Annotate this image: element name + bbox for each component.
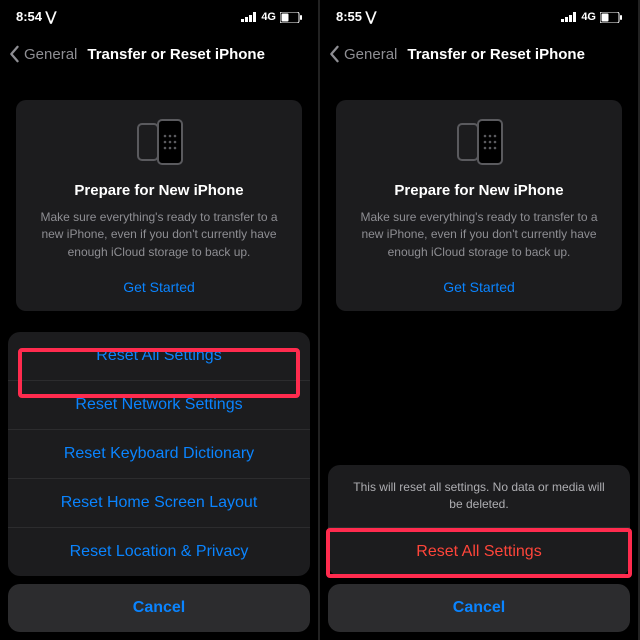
reset-keyboard-dictionary-option[interactable]: Reset Keyboard Dictionary — [8, 429, 310, 478]
reset-home-screen-layout-option[interactable]: Reset Home Screen Layout — [8, 478, 310, 527]
nav-title: Transfer or Reset iPhone — [87, 46, 265, 63]
reset-location-privacy-option[interactable]: Reset Location & Privacy — [8, 527, 310, 576]
back-chevron-icon[interactable] — [8, 45, 20, 63]
signal-icon — [241, 11, 257, 23]
sheet-options-group: Reset All Settings Reset Network Setting… — [8, 332, 310, 576]
content: Prepare for New iPhone Make sure everyth… — [320, 100, 638, 311]
card-title: Prepare for New iPhone — [30, 182, 288, 199]
prepare-card: Prepare for New iPhone Make sure everyth… — [16, 100, 302, 311]
status-bar: 8:55 ⋁ 4G — [320, 0, 638, 34]
status-time: 8:54 ⋁ — [16, 9, 56, 25]
status-network: 4G — [581, 11, 596, 23]
status-time: 8:55 ⋁ — [336, 9, 376, 25]
cancel-button[interactable]: Cancel — [328, 584, 630, 632]
card-title: Prepare for New iPhone — [350, 182, 608, 199]
phone-left: 8:54 ⋁ 4G General Transfer or Reset iPho… — [0, 0, 320, 640]
sheet-confirm-group: This will reset all settings. No data or… — [328, 465, 630, 576]
content: Prepare for New iPhone Make sure everyth… — [0, 100, 318, 311]
action-sheet: Reset All Settings Reset Network Setting… — [8, 332, 310, 632]
confirm-reset-button[interactable]: Reset All Settings — [328, 527, 630, 576]
reset-network-settings-option[interactable]: Reset Network Settings — [8, 380, 310, 429]
battery-icon — [280, 11, 302, 23]
nav-back-label[interactable]: General — [24, 46, 77, 63]
nav-back-label[interactable]: General — [344, 46, 397, 63]
get-started-link[interactable]: Get Started — [30, 279, 288, 295]
transfer-devices-icon — [350, 118, 608, 166]
signal-icon — [561, 11, 577, 23]
back-chevron-icon[interactable] — [328, 45, 340, 63]
card-desc: Make sure everything's ready to transfer… — [30, 209, 288, 261]
status-network: 4G — [261, 11, 276, 23]
phone-right: 8:55 ⋁ 4G General Transfer or Reset iPho… — [320, 0, 640, 640]
nav-title: Transfer or Reset iPhone — [407, 46, 585, 63]
confirm-message: This will reset all settings. No data or… — [328, 465, 630, 527]
prepare-card: Prepare for New iPhone Make sure everyth… — [336, 100, 622, 311]
nav-bar: General Transfer or Reset iPhone — [0, 34, 318, 74]
cancel-button[interactable]: Cancel — [8, 584, 310, 632]
card-desc: Make sure everything's ready to transfer… — [350, 209, 608, 261]
status-bar: 8:54 ⋁ 4G — [0, 0, 318, 34]
battery-icon — [600, 11, 622, 23]
nav-bar: General Transfer or Reset iPhone — [320, 34, 638, 74]
confirm-sheet: This will reset all settings. No data or… — [328, 465, 630, 632]
transfer-devices-icon — [30, 118, 288, 166]
status-right: 4G — [241, 11, 302, 23]
reset-all-settings-option[interactable]: Reset All Settings — [8, 332, 310, 380]
status-right: 4G — [561, 11, 622, 23]
get-started-link[interactable]: Get Started — [350, 279, 608, 295]
